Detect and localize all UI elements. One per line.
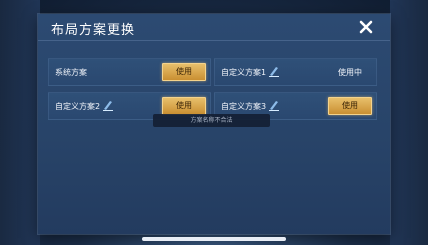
close-icon bbox=[359, 20, 373, 34]
scheme-card-system: 系统方案 使用 bbox=[48, 58, 211, 86]
close-button[interactable] bbox=[356, 17, 376, 37]
edit-icon[interactable] bbox=[267, 98, 281, 112]
scheme-label: 系统方案 bbox=[55, 68, 87, 77]
use-button[interactable]: 使用 bbox=[162, 63, 206, 81]
in-use-status: 使用中 bbox=[338, 68, 362, 77]
scheme-label: 自定义方案2 bbox=[55, 102, 101, 111]
use-button[interactable]: 使用 bbox=[162, 97, 206, 115]
edit-icon[interactable] bbox=[101, 98, 115, 112]
dialog-title: 布局方案更换 bbox=[51, 23, 136, 38]
dialog-header: 布局方案更换 bbox=[38, 14, 390, 41]
scheme-label: 自定义方案3 bbox=[221, 102, 267, 111]
background-left-pane bbox=[0, 0, 40, 245]
background-right-pane bbox=[390, 0, 428, 245]
edit-icon[interactable] bbox=[267, 64, 281, 78]
toast-message: 方案名称不合法 bbox=[153, 114, 270, 127]
layout-scheme-dialog: 布局方案更换 系统方案 使用 自定义方案1 使用中 自定义方案2 使用 自定义方… bbox=[38, 14, 390, 234]
use-button[interactable]: 使用 bbox=[328, 97, 372, 115]
scheme-card-custom-1: 自定义方案1 使用中 bbox=[214, 58, 377, 86]
home-indicator[interactable] bbox=[142, 237, 286, 241]
scheme-label: 自定义方案1 bbox=[221, 68, 267, 77]
